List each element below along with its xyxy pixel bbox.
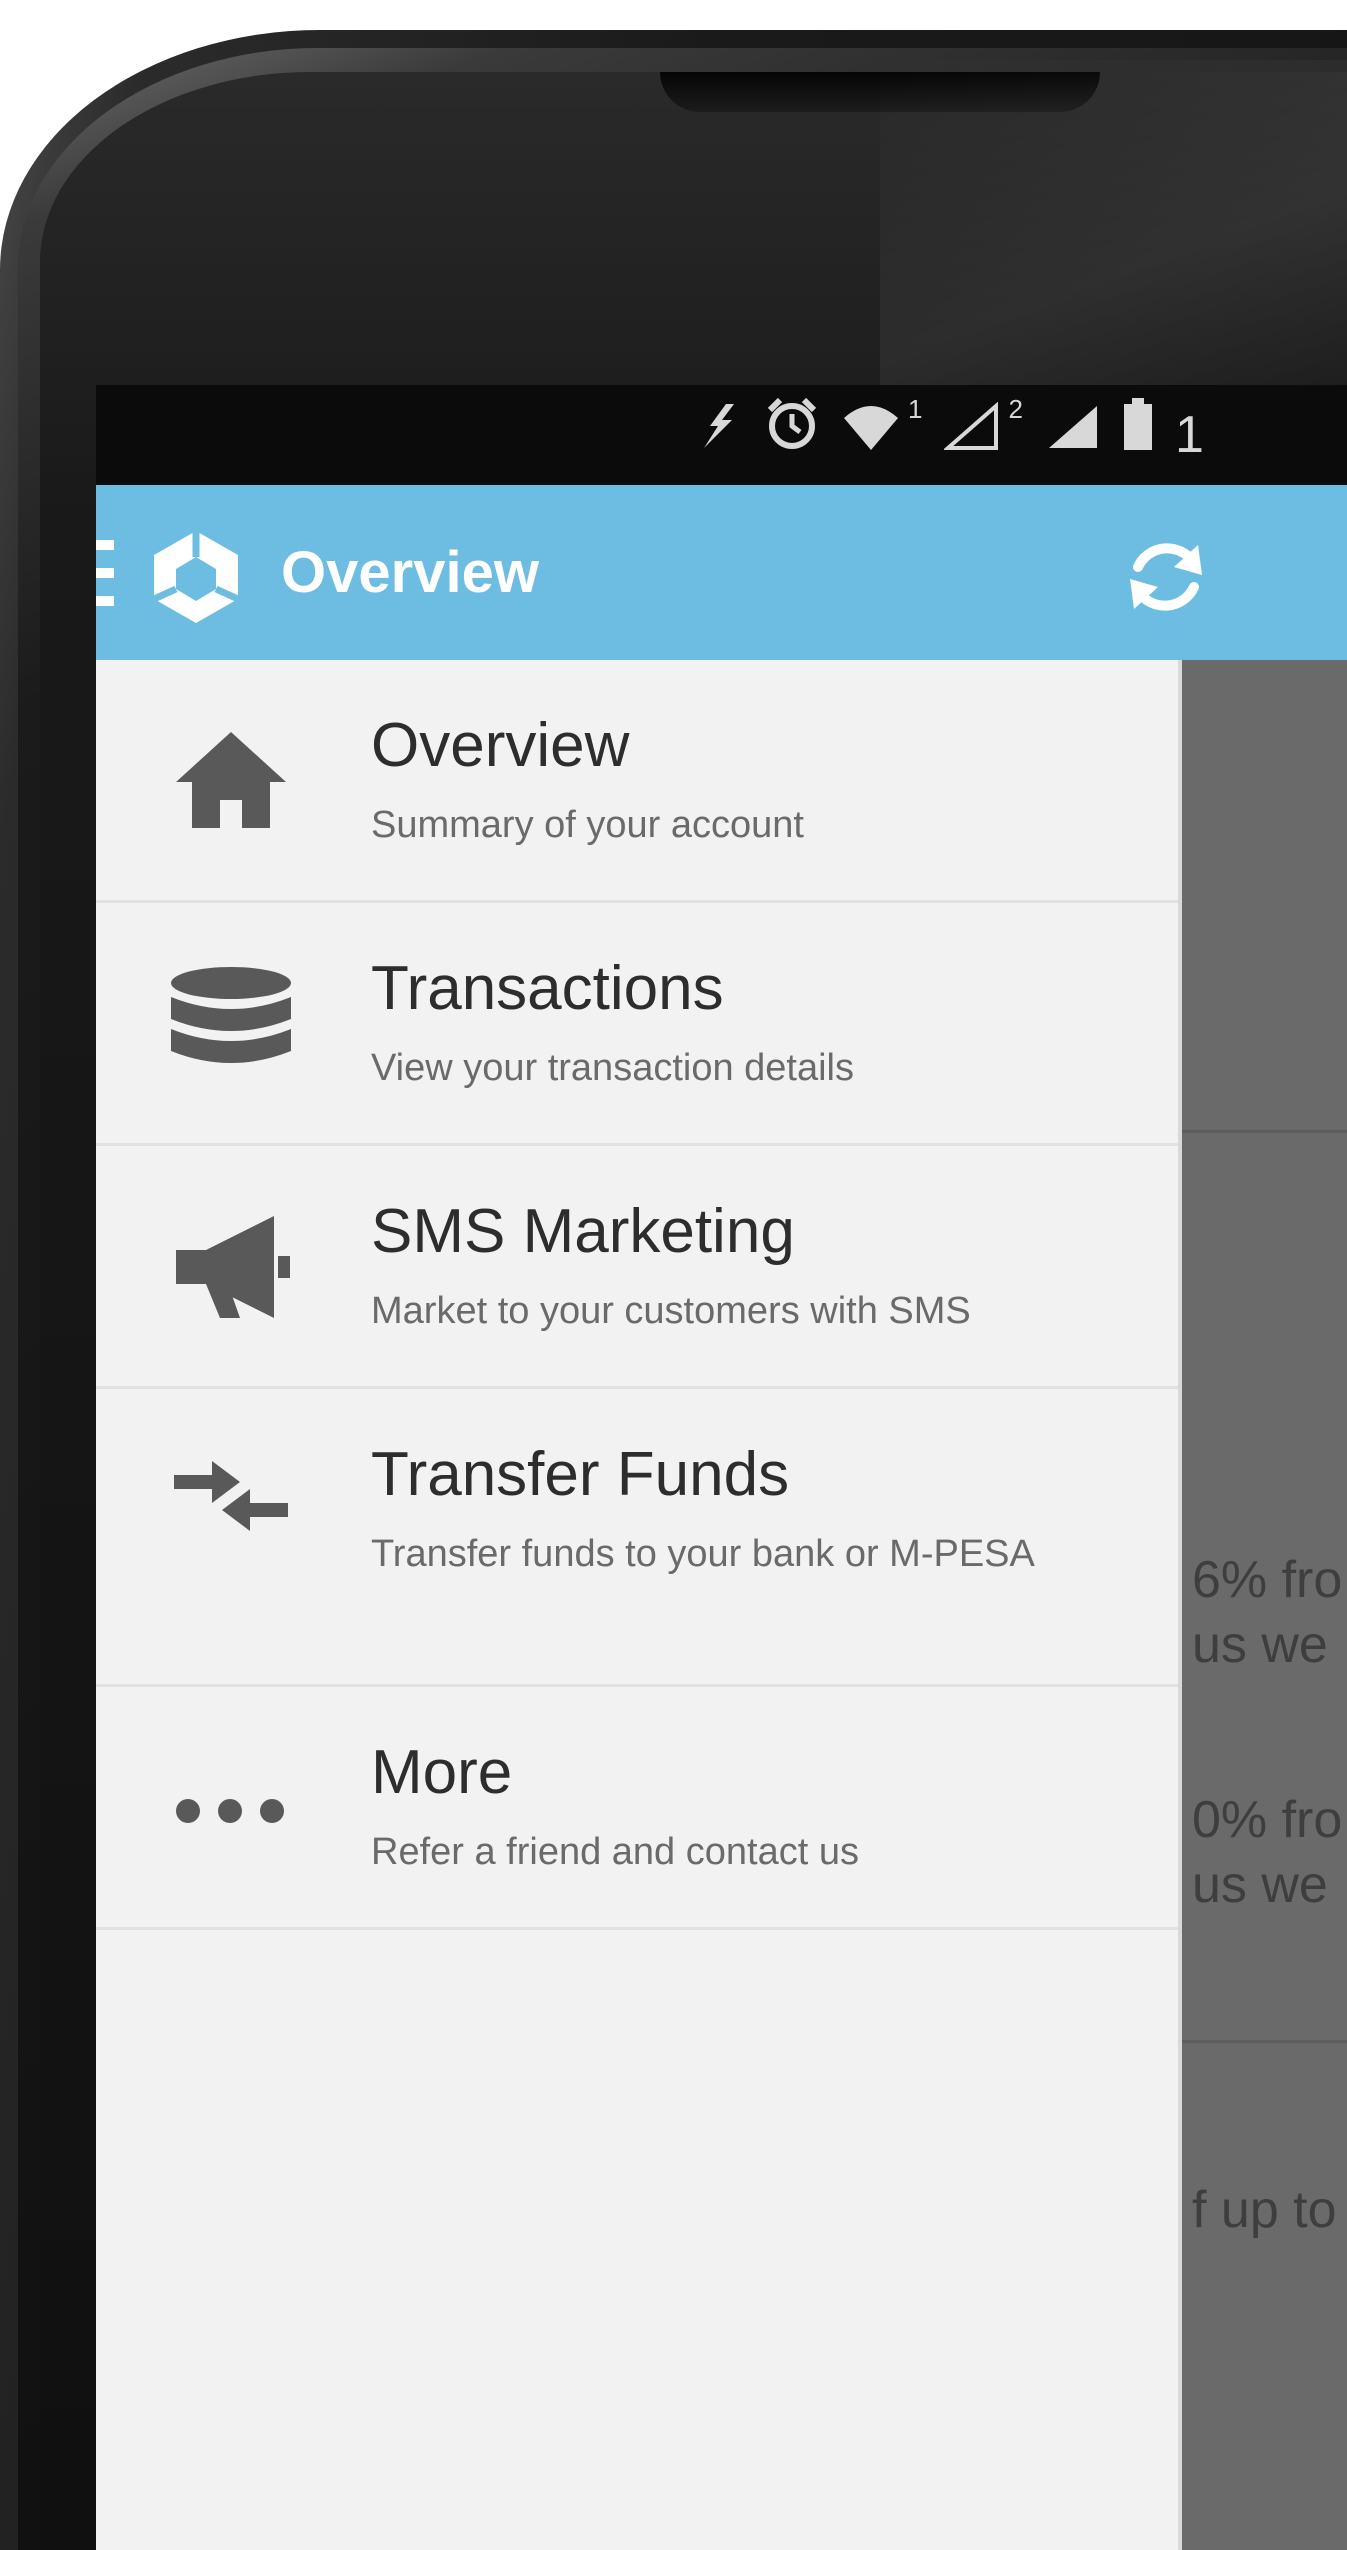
content-fragment: f up to — [1192, 2181, 1337, 2239]
home-icon — [166, 720, 296, 840]
megaphone-icon — [166, 1206, 296, 1326]
divider — [1182, 1130, 1347, 1133]
battery-icon — [1123, 385, 1153, 485]
signal-boost-icon — [696, 385, 742, 485]
sim1-label: 1 — [908, 394, 923, 424]
drawer-item-more[interactable]: More Refer a friend and contact us — [96, 1687, 1178, 1930]
divider — [1182, 2040, 1347, 2043]
drawer-item-sms-marketing[interactable]: SMS Marketing Market to your customers w… — [96, 1146, 1178, 1389]
refresh-icon[interactable] — [1116, 527, 1216, 627]
sim2-label: 2 — [1008, 394, 1023, 424]
hexagon-logo-icon[interactable] — [146, 527, 246, 627]
signal-empty-icon — [943, 385, 1000, 485]
drawer-item-title: Overview — [371, 711, 630, 780]
battery-level: 1 — [1174, 406, 1204, 464]
drawer-item-subtitle: Summary of your account — [371, 804, 804, 846]
content-fragment: 0% fro — [1192, 1791, 1343, 1849]
signal-full-icon — [1045, 385, 1101, 485]
database-icon — [166, 963, 296, 1083]
navigation-drawer: Overview Summary of your account Transac… — [96, 660, 1178, 2550]
status-icons: 1 2 1 — [696, 385, 1204, 485]
drawer-item-title: Transactions — [371, 954, 724, 1023]
drawer-item-transfer-funds[interactable]: Transfer Funds Transfer funds to your ba… — [96, 1389, 1178, 1687]
drawer-item-overview[interactable]: Overview Summary of your account — [96, 660, 1178, 903]
wifi-icon — [842, 385, 900, 485]
drawer-item-subtitle: Refer a friend and contact us — [371, 1831, 859, 1873]
transfer-arrows-icon — [166, 1439, 296, 1559]
content-fragment: us we — [1192, 1616, 1328, 1674]
drawer-item-title: More — [371, 1738, 513, 1807]
content-fragment: 6% fro — [1192, 1551, 1343, 1609]
phone-glare — [880, 60, 1347, 390]
app-bar: Overview — [96, 485, 1347, 660]
drawer-item-title: SMS Marketing — [371, 1197, 795, 1266]
drawer-item-subtitle: View your transaction details — [371, 1047, 854, 1089]
screen: 1 2 1 Overview 6% fro us we 0% fro us we… — [96, 385, 1347, 2550]
main-content-behind-drawer: 6% fro us we 0% fro us we f up to — [1178, 660, 1347, 2550]
status-bar: 1 2 1 — [96, 385, 1347, 485]
drawer-item-subtitle: Market to your customers with SMS — [371, 1290, 971, 1332]
drawer-item-title: Transfer Funds — [371, 1440, 790, 1509]
more-dots-icon — [166, 1747, 296, 1867]
alarm-icon — [764, 385, 820, 485]
drawer-toggle-icon[interactable] — [96, 540, 114, 606]
drawer-item-subtitle: Transfer funds to your bank or M-PESA — [371, 1533, 1035, 1575]
content-fragment: us we — [1192, 1856, 1328, 1914]
app-title: Overview — [281, 540, 539, 605]
drawer-item-transactions[interactable]: Transactions View your transaction detai… — [96, 903, 1178, 1146]
